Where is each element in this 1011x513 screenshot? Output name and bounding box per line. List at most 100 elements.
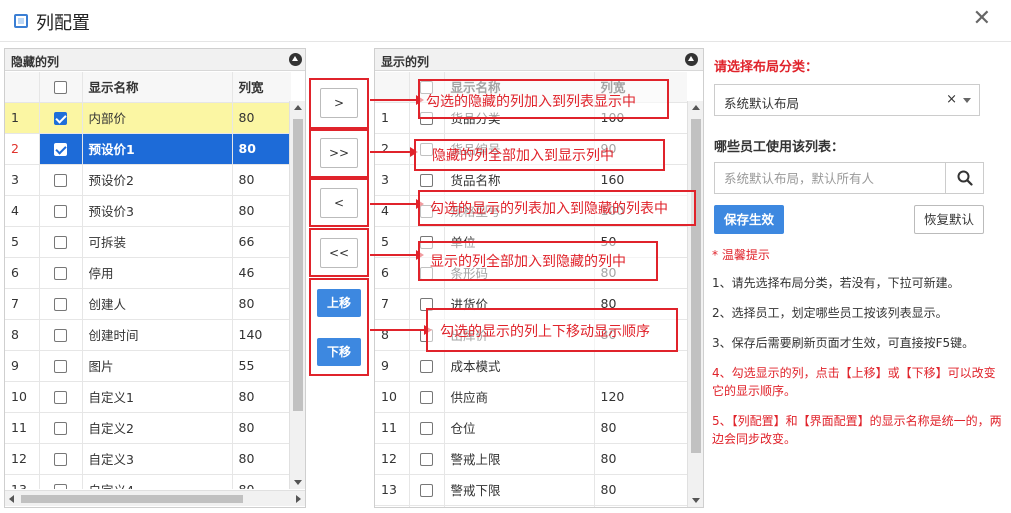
row-checkbox[interactable] <box>420 143 433 156</box>
add-selected-button[interactable]: > <box>320 88 358 118</box>
close-icon[interactable]: ✕ <box>973 8 991 30</box>
row-width: 80 <box>232 474 291 489</box>
row-name: 货品编号 <box>444 133 595 165</box>
row-checkbox[interactable] <box>420 112 433 125</box>
table-row[interactable]: 6 停用 46 <box>5 257 291 289</box>
row-checkbox[interactable] <box>420 453 433 466</box>
remove-selected-button[interactable]: < <box>320 188 358 218</box>
header-num <box>375 72 410 103</box>
row-checkbox[interactable] <box>420 391 433 404</box>
table-row[interactable]: 8 出库价 80 <box>375 319 687 351</box>
move-down-button[interactable]: 下移 <box>317 338 361 366</box>
move-up-button[interactable]: 上移 <box>317 289 361 317</box>
row-checkbox[interactable] <box>54 360 67 373</box>
scroll-up-icon[interactable] <box>294 105 302 110</box>
row-number: 3 <box>375 164 410 196</box>
table-row[interactable]: 5 单位 50 <box>375 226 687 258</box>
save-button[interactable]: 保存生效 <box>714 205 784 234</box>
table-row[interactable]: 10 自定义1 80 <box>5 381 291 413</box>
row-checkbox[interactable] <box>54 174 67 187</box>
shown-table-header: 显示名称 列宽 <box>375 72 687 103</box>
scroll-down-icon[interactable] <box>692 498 700 503</box>
scroll-up-icon[interactable] <box>692 105 700 110</box>
row-checkbox-cell <box>409 257 445 289</box>
row-checkbox[interactable] <box>54 453 67 466</box>
table-row[interactable]: 2 预设价1 80 <box>5 133 291 165</box>
row-checkbox[interactable] <box>54 329 67 342</box>
table-row[interactable]: 1 内部价 80 <box>5 102 291 134</box>
row-number: 1 <box>5 102 40 134</box>
table-row[interactable]: 7 进货价 80 <box>375 288 687 320</box>
scroll-left-icon[interactable] <box>9 495 14 503</box>
settings-panel: 请选择布局分类： 系统默认布局 × 哪些员工使用该列表： 保存生效 恢复默认 *… <box>704 48 1006 508</box>
table-row[interactable]: 10 供应商 120 <box>375 381 687 413</box>
row-checkbox[interactable] <box>420 205 433 218</box>
table-row[interactable]: 7 创建人 80 <box>5 288 291 320</box>
table-row[interactable]: 9 成本模式 <box>375 350 687 382</box>
row-checkbox[interactable] <box>54 298 67 311</box>
row-checkbox-cell <box>409 381 445 413</box>
row-checkbox[interactable] <box>420 298 433 311</box>
row-checkbox[interactable] <box>54 391 67 404</box>
table-row[interactable]: 12 警戒上限 80 <box>375 443 687 475</box>
row-checkbox[interactable] <box>420 422 433 435</box>
clear-icon[interactable]: × <box>946 92 957 107</box>
select-all-checkbox[interactable] <box>420 81 433 95</box>
row-number: 8 <box>375 319 410 351</box>
table-row[interactable]: 5 可拆装 66 <box>5 226 291 258</box>
scrollbar-thumb[interactable] <box>691 119 701 453</box>
row-checkbox-cell <box>409 505 445 507</box>
row-checkbox[interactable] <box>54 143 67 156</box>
table-row[interactable]: 4 规格型号 100 <box>375 195 687 227</box>
table-row[interactable]: 1 货品分类 100 <box>375 102 687 134</box>
add-all-button[interactable]: >> <box>320 138 358 168</box>
row-checkbox[interactable] <box>420 329 433 342</box>
row-checkbox[interactable] <box>420 484 433 497</box>
row-checkbox[interactable] <box>54 205 67 218</box>
table-row[interactable]: 3 预设价2 80 <box>5 164 291 196</box>
table-row[interactable]: 8 创建时间 140 <box>5 319 291 351</box>
row-checkbox[interactable] <box>420 236 433 249</box>
hscroll-thumb[interactable] <box>21 495 243 503</box>
table-row[interactable]: 6 条形码 80 <box>375 257 687 289</box>
table-row[interactable]: 2 货品编号 90 <box>375 133 687 165</box>
layout-select[interactable]: 系统默认布局 × <box>714 84 980 116</box>
chevron-down-icon[interactable] <box>963 98 971 103</box>
row-checkbox[interactable] <box>54 267 67 280</box>
scrollbar-thumb[interactable] <box>293 119 303 411</box>
row-checkbox[interactable] <box>54 236 67 249</box>
remove-all-button[interactable]: << <box>320 238 358 268</box>
row-checkbox[interactable] <box>420 360 433 373</box>
table-row[interactable]: 13 警戒下限 80 <box>375 474 687 506</box>
row-name: 出库价 <box>444 319 595 351</box>
table-row[interactable]: 9 图片 55 <box>5 350 291 382</box>
table-row[interactable]: 13 自定义480 <box>5 474 291 489</box>
select-all-checkbox[interactable] <box>54 81 67 95</box>
collapse-icon[interactable] <box>289 53 302 66</box>
table-row[interactable]: 12 自定义3 80 <box>5 443 291 475</box>
employees-input[interactable] <box>715 163 946 193</box>
hidden-vertical-scrollbar[interactable] <box>289 101 305 489</box>
search-button[interactable] <box>945 163 983 193</box>
row-checkbox[interactable] <box>420 174 433 187</box>
row-checkbox[interactable] <box>54 484 67 489</box>
header-width: 列宽 <box>594 72 687 103</box>
hidden-horizontal-scrollbar[interactable] <box>5 490 305 506</box>
reset-button[interactable]: 恢复默认 <box>914 205 984 234</box>
table-row[interactable]: 14 备注200 <box>375 505 687 507</box>
shown-columns-panel: 显示的列 显示名称 列宽 1 货品分类 100 2 货品编号 90 3 货品名称 160 4 规格型… <box>374 48 704 508</box>
table-row[interactable]: 3 货品名称 160 <box>375 164 687 196</box>
layout-label: 请选择布局分类： <box>714 60 819 75</box>
table-row[interactable]: 11 仓位 80 <box>375 412 687 444</box>
table-row[interactable]: 11 自定义2 80 <box>5 412 291 444</box>
row-checkbox[interactable] <box>54 112 67 125</box>
shown-vertical-scrollbar[interactable] <box>687 101 703 507</box>
row-checkbox[interactable] <box>420 267 433 280</box>
row-number: 7 <box>5 288 40 320</box>
row-checkbox[interactable] <box>54 422 67 435</box>
table-row[interactable]: 4 预设价3 80 <box>5 195 291 227</box>
scroll-down-icon[interactable] <box>294 480 302 485</box>
row-number: 5 <box>375 226 410 258</box>
collapse-icon[interactable] <box>685 53 698 66</box>
scroll-right-icon[interactable] <box>296 495 301 503</box>
